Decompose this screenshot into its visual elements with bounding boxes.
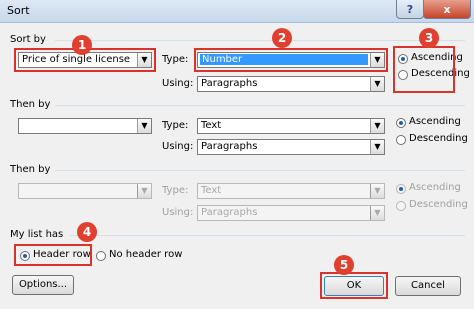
then-by-type-select[interactable]: Text ▼ xyxy=(197,118,385,134)
chevron-down-icon: ▼ xyxy=(370,184,384,198)
then-by-2-using-value: Paragraphs xyxy=(201,207,258,218)
then-by-2-ascending-radio[interactable] xyxy=(396,184,406,194)
step-badge-2: 2 xyxy=(272,28,292,48)
sort-by-divider xyxy=(55,40,465,41)
window-title: Sort xyxy=(7,4,30,17)
chevron-down-icon: ▼ xyxy=(137,119,151,133)
step-badge-3: 3 xyxy=(419,28,439,48)
close-button[interactable]: x xyxy=(423,0,471,19)
title-bar: Sort ? x xyxy=(0,0,474,23)
no-header-row-radio[interactable] xyxy=(96,251,106,261)
step-badge-4: 4 xyxy=(77,222,97,242)
chevron-down-icon: ▼ xyxy=(137,184,151,198)
list-has-divider xyxy=(70,235,465,236)
then-by-2-divider xyxy=(55,170,465,171)
sort-by-using-select[interactable]: Paragraphs ▼ xyxy=(197,76,385,92)
chevron-down-icon: ▼ xyxy=(370,119,384,133)
step-badge-1: 1 xyxy=(72,35,92,55)
no-header-row-label[interactable]: No header row xyxy=(109,249,182,260)
list-has-heading: My list has xyxy=(10,229,64,240)
sort-by-using-label: Using: xyxy=(162,78,194,89)
then-by-divider xyxy=(55,105,465,106)
then-by-column-select[interactable]: ▼ xyxy=(18,118,152,134)
highlight-ok xyxy=(320,272,388,299)
highlight-order xyxy=(393,46,455,93)
then-by-2-column-select[interactable]: ▼ xyxy=(18,183,152,199)
options-button[interactable]: Options... xyxy=(12,275,74,295)
then-by-using-label: Using: xyxy=(162,141,194,152)
then-by-2-ascending-label[interactable]: Ascending xyxy=(409,182,461,193)
help-button[interactable]: ? xyxy=(396,0,424,19)
then-by-ascending-radio[interactable] xyxy=(396,118,406,128)
then-by-descending-radio[interactable] xyxy=(396,135,406,145)
then-by-type-label: Type: xyxy=(162,120,189,131)
then-by-2-using-select[interactable]: Paragraphs ▼ xyxy=(197,205,385,221)
then-by-descending-label[interactable]: Descending xyxy=(409,133,468,144)
then-by-2-type-value: Text xyxy=(201,185,222,196)
chevron-down-icon: ▼ xyxy=(370,206,384,220)
sort-by-type-label: Type: xyxy=(162,54,189,65)
chevron-down-icon: ▼ xyxy=(370,77,384,91)
chevron-down-icon: ▼ xyxy=(370,140,384,154)
sort-by-heading: Sort by xyxy=(10,34,46,45)
then-by-heading: Then by xyxy=(10,99,51,110)
highlight-type xyxy=(194,48,388,72)
then-by-ascending-label[interactable]: Ascending xyxy=(409,116,461,127)
highlight-header-row xyxy=(14,244,92,266)
then-by-type-value: Text xyxy=(201,120,222,131)
cancel-button[interactable]: Cancel xyxy=(395,276,461,296)
then-by-2-heading: Then by xyxy=(10,164,51,175)
then-by-2-descending-radio[interactable] xyxy=(396,201,406,211)
then-by-2-type-label: Type: xyxy=(162,185,189,196)
then-by-2-type-select[interactable]: Text ▼ xyxy=(197,183,385,199)
step-badge-5: 5 xyxy=(334,255,354,275)
sort-by-using-value: Paragraphs xyxy=(201,78,258,89)
then-by-2-descending-label[interactable]: Descending xyxy=(409,199,468,210)
then-by-2-using-label: Using: xyxy=(162,207,194,218)
then-by-using-value: Paragraphs xyxy=(201,141,258,152)
then-by-using-select[interactable]: Paragraphs ▼ xyxy=(197,139,385,155)
